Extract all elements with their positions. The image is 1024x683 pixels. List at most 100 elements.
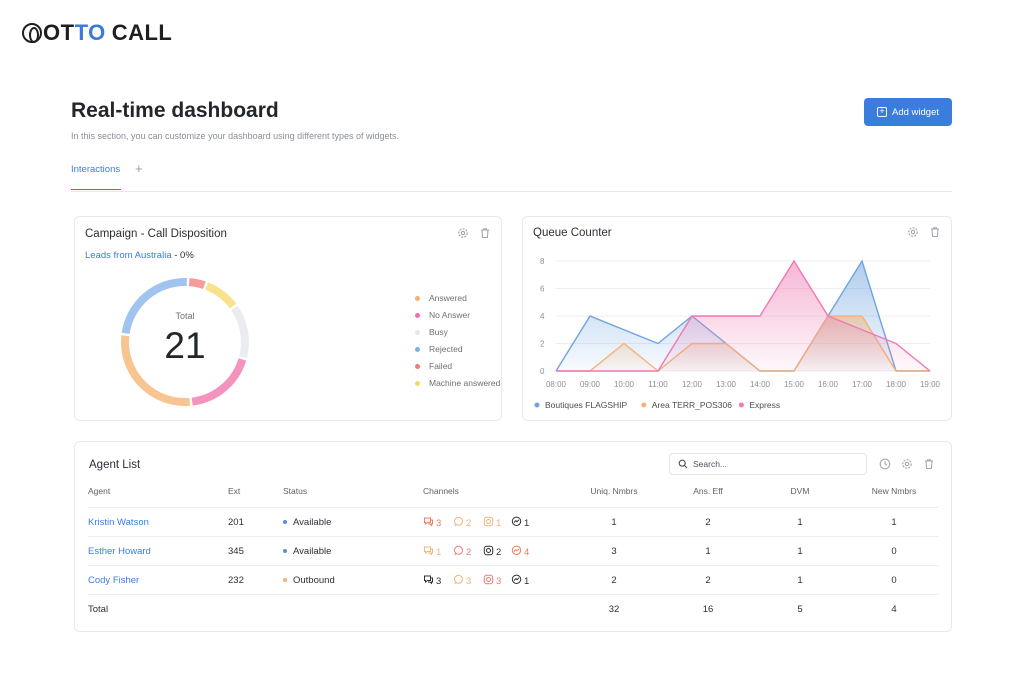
legend-label: No Answer [429, 310, 471, 320]
donut-total-value: 21 [164, 325, 206, 366]
agent-status: Available [283, 517, 331, 528]
messenger-icon [511, 574, 524, 588]
add-widget-label: Add widget [891, 106, 939, 118]
legend-label: Answered [429, 293, 467, 303]
column-header-new-nmbrs: New Nmbrs [871, 486, 917, 496]
total-ans-eff: 16 [702, 604, 714, 615]
x-tick-label: 16:00 [818, 380, 839, 389]
y-tick-label: 0 [540, 367, 545, 376]
gear-icon[interactable] [457, 227, 469, 239]
agent-status-label: Available [293, 517, 332, 528]
channel-chat: 1 [423, 545, 441, 559]
widget-tools [907, 226, 941, 238]
status-dot-icon [283, 578, 287, 583]
donut-slice-machine-answered [205, 282, 237, 309]
channel-chat: 3 [423, 574, 441, 588]
tab-interactions[interactable]: Interactions [71, 164, 121, 190]
chat-icon [423, 545, 436, 559]
queue-counter-chart: 0 2 4 6 8 08:00 09:00 10:00 11:00 12:00 13:00 14:00… [534, 257, 941, 410]
x-tick-label: 15:00 [784, 380, 805, 389]
y-tick-label: 4 [540, 312, 545, 321]
x-tick-label: 14:00 [750, 380, 771, 389]
search-placeholder: Search... [693, 459, 728, 469]
clock-icon[interactable] [879, 458, 891, 470]
table-row: Kristin Watson 201 Available 3 2 1 1 1 2 1 1 [88, 507, 939, 536]
legend-label: Rejected [429, 344, 463, 354]
agent-new-nmbrs: 0 [891, 575, 897, 586]
agent-list-tools [879, 458, 935, 470]
queue-counter-widget: Queue Counter 0 2 4 6 8 08:00 09:00 10:00 11:00 1… [522, 216, 952, 421]
gear-icon[interactable] [907, 226, 919, 238]
channel-messenger: 1 [511, 574, 529, 588]
widget-tools [457, 227, 491, 239]
legend-dot-icon [641, 402, 647, 408]
x-tick-label: 12:00 [682, 380, 703, 389]
legend-label: Express [749, 400, 780, 410]
x-tick-label: 08:00 [546, 380, 567, 389]
agent-status: Outbound [283, 575, 335, 586]
channel-count: 1 [524, 517, 530, 529]
agent-ans-eff: 1 [705, 546, 711, 557]
logo-text-part2: TO [74, 20, 106, 45]
trash-icon[interactable] [479, 227, 491, 239]
legend-item: Machine answered2 [415, 378, 535, 388]
agent-ext: 232 [228, 575, 244, 586]
x-tick-label: 19:00 [920, 380, 941, 389]
channel-count: 4 [524, 546, 530, 558]
y-tick-label: 6 [540, 285, 545, 294]
channel-instagram: 3 [483, 574, 501, 588]
agent-name-link[interactable]: Esther Howard [88, 546, 151, 557]
trash-icon[interactable] [929, 226, 941, 238]
channel-count: 3 [436, 517, 442, 529]
channel-count: 3 [436, 575, 442, 587]
agent-ans-eff: 2 [705, 517, 711, 528]
x-tick-label: 17:00 [852, 380, 873, 389]
campaign-link[interactable]: Leads from Australia [85, 250, 172, 261]
agent-dvm: 1 [797, 546, 803, 557]
total-new-nmbrs: 4 [891, 604, 897, 615]
agent-name-link[interactable]: Kristin Watson [88, 517, 149, 528]
legend-item: Rejected5 [415, 344, 535, 354]
agent-status-label: Available [293, 546, 332, 557]
column-header-uniq-nmbrs: Uniq. Nmbrs [590, 486, 638, 496]
channel-count: 2 [496, 546, 502, 558]
logo-mark-icon [22, 23, 42, 43]
chat-icon [423, 574, 436, 588]
status-dot-icon [283, 520, 287, 525]
agent-name-link[interactable]: Cody Fisher [88, 575, 139, 586]
instagram-icon [483, 574, 496, 588]
app-logo: OT TO CALL [22, 20, 172, 46]
y-tick-label: 8 [540, 257, 545, 266]
status-dot-icon [283, 549, 287, 554]
legend-label: Area TERR_POS306 [652, 400, 732, 410]
legend-item: Answered6 [415, 293, 535, 303]
trash-icon[interactable] [923, 458, 935, 470]
legend-label: Machine answered [429, 378, 501, 388]
agent-status: Available [283, 546, 331, 557]
legend-label: Failed [429, 361, 453, 371]
agent-uniq: 1 [611, 517, 617, 528]
agent-ans-eff: 2 [705, 575, 711, 586]
legend-dot-icon [415, 346, 420, 352]
agent-search-input[interactable]: Search... [669, 453, 867, 475]
channel-count: 1 [436, 546, 442, 558]
add-tab-icon[interactable]: + [135, 161, 143, 176]
channel-whatsapp: 2 [453, 516, 471, 530]
logo-text-part1: OT [43, 20, 75, 45]
instagram-icon [483, 516, 496, 530]
page-title: Real-time dashboard [71, 99, 279, 122]
campaign-line: Leads from Australia - 0% [85, 250, 194, 261]
chat-icon [423, 516, 436, 530]
add-widget-button[interactable]: + Add widget [864, 98, 952, 126]
tab-bar: Interactions + [71, 160, 952, 192]
legend-label: Boutiques FLAGSHIP [545, 400, 628, 410]
campaign-percent: - 0% [171, 250, 194, 261]
channel-count: 2 [466, 546, 472, 558]
table-row: Esther Howard 345 Available 1 2 2 4 3 1 1 0 [88, 536, 939, 565]
agent-ext: 345 [228, 546, 244, 557]
whatsapp-icon [453, 545, 466, 559]
total-dvm: 5 [797, 604, 803, 615]
messenger-icon [511, 545, 524, 559]
legend-label: Busy [429, 327, 448, 337]
gear-icon[interactable] [901, 458, 913, 470]
